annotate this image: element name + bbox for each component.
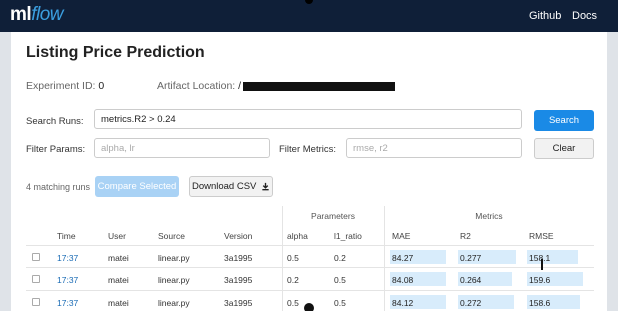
docs-link[interactable]: Docs: [572, 10, 597, 22]
filter-metrics-input[interactable]: rmse, r2: [346, 138, 522, 158]
col-l1-ratio[interactable]: l1_ratio: [334, 231, 362, 241]
param-alpha: 0.2: [287, 275, 299, 285]
run-source: linear.py: [158, 253, 190, 263]
col-version[interactable]: Version: [224, 231, 252, 241]
param-alpha: 0.5: [287, 253, 299, 263]
param-l1-ratio: 0.2: [334, 253, 346, 263]
run-user: matei: [108, 253, 129, 263]
compare-selected-button[interactable]: Compare Selected: [95, 176, 179, 197]
row-checkbox[interactable]: [32, 253, 40, 261]
metric-r2: 0.264: [460, 275, 482, 285]
metric-r2: 0.277: [460, 253, 482, 263]
param-l1-ratio: 0.5: [334, 298, 346, 308]
col-time[interactable]: Time: [57, 231, 76, 241]
window-corner-dot: [304, 303, 314, 311]
row-checkbox[interactable]: [32, 298, 40, 306]
filter-metrics-label: Filter Metrics:: [279, 144, 336, 155]
metric-r2: 0.272: [460, 298, 482, 308]
col-alpha[interactable]: alpha: [287, 231, 308, 241]
run-time-link[interactable]: 17:37: [57, 298, 78, 308]
experiment-id: Experiment ID: 0: [26, 80, 105, 92]
run-version: 3a1995: [224, 275, 253, 285]
artifact-location: Artifact Location: /: [157, 80, 396, 92]
search-button[interactable]: Search: [534, 110, 594, 131]
run-version: 3a1995: [224, 298, 253, 308]
metric-rmse: 158.6: [529, 298, 551, 308]
top-navbar: mlflow Github Docs: [0, 0, 618, 32]
clear-button[interactable]: Clear: [534, 138, 594, 159]
metrics-header: Metrics: [475, 211, 503, 221]
parameters-header: Parameters: [311, 211, 355, 221]
col-user[interactable]: User: [108, 231, 126, 241]
filter-params-input[interactable]: alpha, lr: [94, 138, 270, 158]
run-version: 3a1995: [224, 253, 253, 263]
param-l1-ratio: 0.5: [334, 275, 346, 285]
run-time-link[interactable]: 17:37: [57, 253, 78, 263]
metric-rmse: 158.1: [529, 253, 551, 263]
camera-notch: [305, 0, 313, 4]
run-time-link[interactable]: 17:37: [57, 275, 78, 285]
row-checkbox[interactable]: [32, 275, 40, 283]
col-r2[interactable]: R2: [460, 231, 471, 241]
search-runs-input[interactable]: metrics.R2 > 0.24: [94, 109, 522, 129]
matching-runs-count: 4 matching runs: [26, 182, 91, 192]
download-csv-button[interactable]: Download CSV: [189, 176, 273, 197]
param-alpha: 0.5: [287, 298, 299, 308]
run-source: linear.py: [158, 298, 190, 308]
experiment-panel: Listing Price Prediction Experiment ID: …: [11, 32, 607, 311]
filter-params-label: Filter Params:: [26, 144, 86, 155]
github-link[interactable]: Github: [529, 10, 561, 22]
search-runs-label: Search Runs:: [26, 116, 84, 127]
header-divider: [26, 245, 594, 246]
col-source[interactable]: Source: [158, 231, 185, 241]
download-icon: [262, 182, 269, 191]
run-source: linear.py: [158, 275, 190, 285]
row-divider: [26, 267, 594, 268]
metric-mae: 84.12: [392, 298, 414, 308]
mlflow-logo[interactable]: mlflow: [10, 4, 63, 26]
redacted-path: [243, 81, 396, 91]
run-user: matei: [108, 275, 129, 285]
metric-mae: 84.08: [392, 275, 414, 285]
row-divider: [26, 290, 594, 291]
metric-rmse: 159.6: [529, 275, 551, 285]
page-title: Listing Price Prediction: [26, 44, 205, 61]
col-rmse[interactable]: RMSE: [529, 231, 554, 241]
col-mae[interactable]: MAE: [392, 231, 410, 241]
text-cursor-icon: [541, 259, 543, 270]
metric-mae: 84.27: [392, 253, 414, 263]
run-user: matei: [108, 298, 129, 308]
